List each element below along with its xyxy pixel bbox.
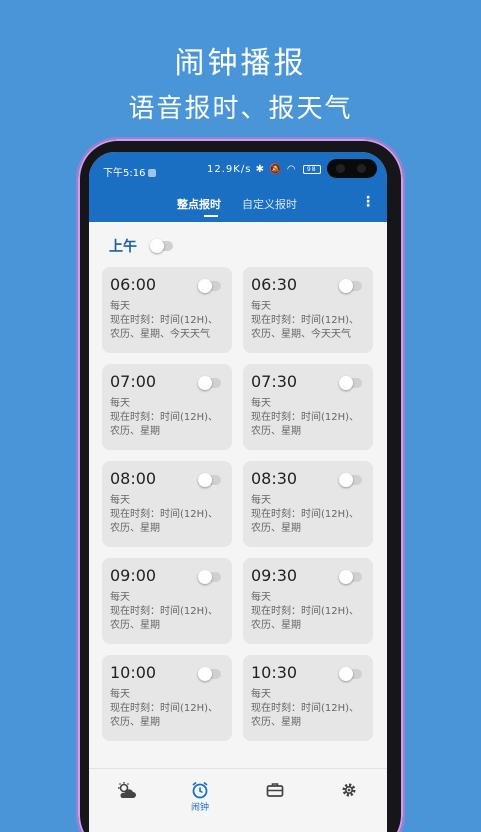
weather-icon (118, 782, 136, 798)
alarm-repeat: 每天 (110, 495, 130, 506)
alarm-toggle[interactable] (339, 279, 362, 293)
gear-icon (342, 783, 356, 797)
alarm-card[interactable]: 09:30 每天 现在时刻：时间(12H)、 农历、星期 (243, 558, 373, 644)
alarm-card[interactable]: 10:00 每天 现在时刻：时间(12H)、 农历、星期 (102, 655, 232, 741)
alarm-content-line1: 现在时刻：时间(12H)、 (110, 315, 219, 326)
alarm-content-line2: 农历、星期 (110, 426, 160, 437)
alarm-card[interactable]: 08:30 每天 现在时刻：时间(12H)、 农历、星期 (243, 461, 373, 547)
tab-custom[interactable]: 自定义报时 (242, 196, 297, 212)
alarm-content-line1: 现在时刻：时间(12H)、 (110, 606, 219, 617)
promo-subtitle: 语音报时、报天气 (128, 94, 353, 124)
alarm-repeat: 每天 (110, 592, 130, 603)
alarm-repeat: 每天 (251, 398, 271, 409)
section-title: 上午 (109, 239, 137, 255)
alarm-content-line1: 现在时刻：时间(12H)、 (110, 412, 219, 423)
alarm-content-line1: 现在时刻：时间(12H)、 (251, 703, 360, 714)
alarm-toggle[interactable] (339, 473, 362, 487)
alarm-toggle[interactable] (198, 570, 221, 584)
alarm-content-line2: 农历、星期 (110, 717, 160, 728)
alarm-toggle[interactable] (339, 570, 362, 584)
nav-settings[interactable] (324, 781, 374, 799)
alarm-content-line1: 现在时刻：时间(12H)、 (251, 412, 360, 423)
alarm-content-line1: 现在时刻：时间(12H)、 (110, 509, 219, 520)
section-toggle[interactable] (150, 239, 173, 253)
alarm-card[interactable]: 08:00 每天 现在时刻：时间(12H)、 农历、星期 (102, 461, 232, 547)
tab-bar: 整点报时 自定义报时 ⋮ (89, 188, 387, 222)
nav-alarm[interactable]: 闹钟 (175, 781, 225, 813)
alarm-card[interactable]: 10:30 每天 现在时刻：时间(12H)、 农历、星期 (243, 655, 373, 741)
alarm-content-line2: 农历、星期、今天天气 (251, 329, 351, 340)
alarm-card[interactable]: 07:00 每天 现在时刻：时间(12H)、 农历、星期 (102, 364, 232, 450)
notification-icon (148, 169, 157, 177)
tab-hourly[interactable]: 整点报时 (177, 196, 221, 217)
alarm-repeat: 每天 (251, 301, 271, 312)
app-header: 下午5:16 12.9K/s ✱ 🔕 ◠ 98 整点报时 自定义报时 ⋮ (89, 152, 387, 222)
alarm-content-line2: 农历、星期 (251, 620, 301, 631)
alarm-repeat: 每天 (251, 592, 271, 603)
alarm-content-line2: 农历、星期 (110, 523, 160, 534)
alarm-toggle[interactable] (198, 473, 221, 487)
alarm-repeat: 每天 (110, 689, 130, 700)
network-speed: 12.9K/s (207, 164, 252, 175)
toolbox-icon (266, 783, 284, 797)
status-clock: 下午5:16 (103, 168, 146, 179)
alarm-content-line2: 农历、星期 (110, 620, 160, 631)
nav-weather[interactable] (102, 781, 152, 801)
nav-alarm-label: 闹钟 (190, 803, 209, 813)
more-options-icon[interactable]: ⋮ (361, 194, 375, 210)
alarm-content-line1: 现在时刻：时间(12H)、 (110, 703, 219, 714)
alarm-toggle[interactable] (339, 667, 362, 681)
alarm-card[interactable]: 06:00 每天 现在时刻：时间(12H)、 农历、星期、今天天气 (102, 267, 232, 353)
alarm-clock-icon (192, 781, 208, 799)
alarm-toggle[interactable] (339, 376, 362, 390)
app-screen: 下午5:16 12.9K/s ✱ 🔕 ◠ 98 整点报时 自定义报时 ⋮ 上午 … (89, 152, 387, 832)
nav-toolbox[interactable] (250, 781, 300, 799)
alarm-toggle[interactable] (198, 279, 221, 293)
bluetooth-icon: ✱ (255, 164, 265, 175)
alarm-content-line2: 农历、星期 (251, 426, 301, 437)
bottom-navigation: 闹钟 (89, 768, 387, 832)
alarm-content-line1: 现在时刻：时间(12H)、 (251, 509, 360, 520)
alarm-content-line1: 现在时刻：时间(12H)、 (251, 606, 360, 617)
alarm-repeat: 每天 (251, 495, 271, 506)
alarm-repeat: 每天 (110, 398, 130, 409)
status-indicators: 12.9K/s ✱ 🔕 ◠ 98 (207, 164, 321, 175)
promo-title: 闹钟播报 (174, 46, 307, 81)
alarm-content-line2: 农历、星期 (251, 717, 301, 728)
mute-icon: 🔕 (269, 164, 283, 175)
status-time: 下午5:16 (103, 164, 157, 179)
alarm-content-line1: 现在时刻：时间(12H)、 (251, 315, 360, 326)
alarm-content-line2: 农历、星期、今天天气 (110, 329, 210, 340)
alarm-toggle[interactable] (198, 376, 221, 390)
alarm-content-line2: 农历、星期 (251, 523, 301, 534)
alarm-toggle[interactable] (198, 667, 221, 681)
alarm-repeat: 每天 (251, 689, 271, 700)
wifi-icon: ◠ (286, 164, 297, 175)
camera-cutout (327, 159, 377, 178)
alarm-repeat: 每天 (110, 301, 130, 312)
alarm-card[interactable]: 07:30 每天 现在时刻：时间(12H)、 农历、星期 (243, 364, 373, 450)
alarm-card[interactable]: 06:30 每天 现在时刻：时间(12H)、 农历、星期、今天天气 (243, 267, 373, 353)
alarm-card[interactable]: 09:00 每天 现在时刻：时间(12H)、 农历、星期 (102, 558, 232, 644)
battery-icon: 98 (302, 164, 321, 174)
